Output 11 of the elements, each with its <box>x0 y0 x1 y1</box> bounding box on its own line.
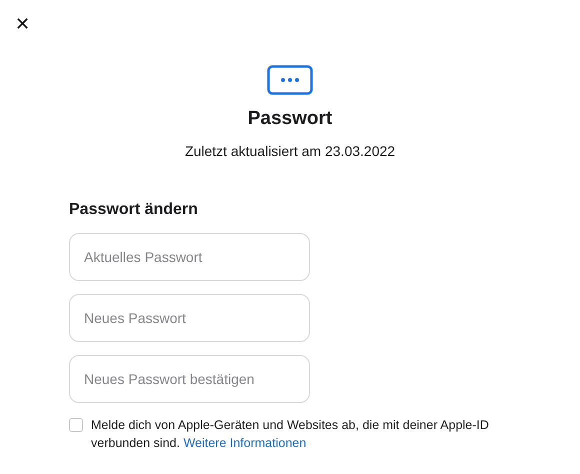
checkbox[interactable] <box>69 418 83 432</box>
password-field[interactable]: Aktuelles Passwort <box>69 233 310 281</box>
password-field[interactable]: Neues Passwort bestätigen <box>69 355 310 403</box>
page-title: Passwort <box>248 107 332 131</box>
last-updated-text: Zuletzt aktualisiert am 23.03.2022 <box>184 142 396 160</box>
more-info-link[interactable]: Weitere Informationen <box>183 436 306 450</box>
section-heading: Passwort ändern <box>69 200 199 220</box>
sign-out-label: Melde dich von Apple-Geräten und Websites ab, die mit deiner Apple-ID verbunden sind. Weitere Informationen <box>91 417 490 452</box>
close-button[interactable]: ✕ <box>13 13 32 37</box>
password-icon <box>267 65 313 95</box>
password-field[interactable]: Neues Passwort <box>69 294 310 342</box>
